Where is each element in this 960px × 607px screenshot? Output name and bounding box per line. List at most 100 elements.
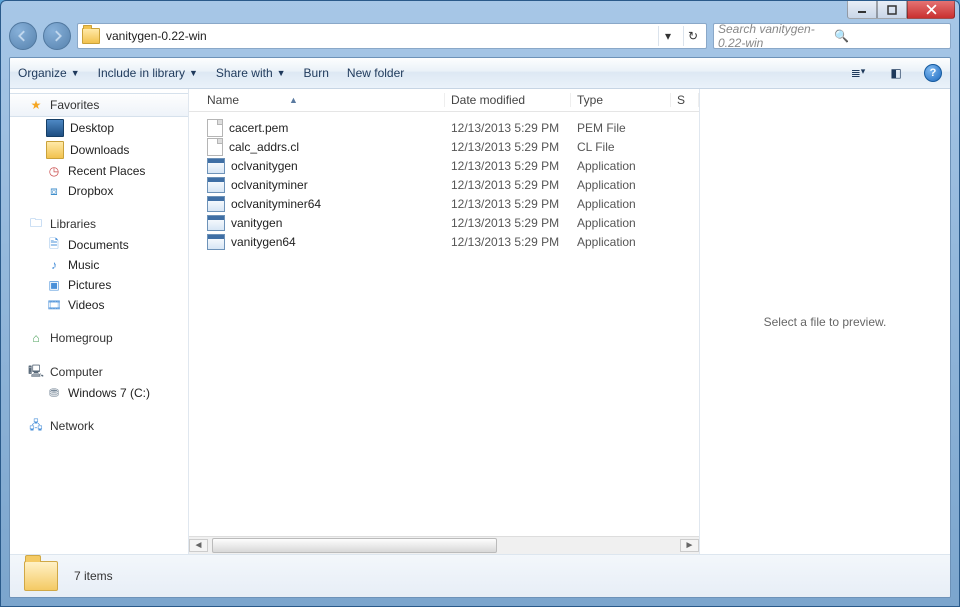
organize-label: Organize bbox=[18, 66, 67, 80]
search-placeholder: Search vanitygen-0.22-win bbox=[718, 22, 830, 50]
homegroup-icon: ⌂ bbox=[28, 330, 44, 346]
videos-icon: 🎞 bbox=[46, 297, 62, 313]
column-date[interactable]: Date modified bbox=[445, 93, 571, 107]
column-size[interactable]: S bbox=[671, 93, 699, 107]
documents-icon: 🗎 bbox=[46, 237, 62, 253]
nav-homegroup[interactable]: ⌂Homegroup bbox=[10, 327, 188, 349]
content-frame: Organize ▼ Include in library ▼ Share with… bbox=[9, 57, 951, 598]
file-date: 12/13/2013 5:29 PM bbox=[445, 197, 571, 211]
file-name: cacert.pem bbox=[229, 121, 288, 135]
preview-pane-button[interactable]: ◧ bbox=[886, 66, 906, 80]
file-name: oclvanityminer bbox=[231, 178, 308, 192]
share-label: Share with bbox=[216, 66, 273, 80]
file-type: Application bbox=[571, 197, 671, 211]
nav-drive-c[interactable]: ⛃Windows 7 (C:) bbox=[10, 383, 188, 403]
file-row[interactable]: vanitygen 12/13/2013 5:29 PMApplication bbox=[189, 213, 699, 232]
address-bar-row: vanitygen-0.22-win ▾ ↻ Search vanitygen-… bbox=[1, 19, 959, 53]
sort-ascending-icon: ▲ bbox=[289, 95, 298, 105]
scroll-right-icon[interactable]: ► bbox=[680, 539, 699, 552]
application-icon bbox=[207, 234, 225, 250]
file-name: vanitygen bbox=[231, 216, 282, 230]
chevron-down-icon: ▼ bbox=[277, 68, 286, 78]
nav-music[interactable]: ♪Music bbox=[10, 255, 188, 275]
file-row[interactable]: oclvanitygen12/13/2013 5:29 PMApplicatio… bbox=[189, 156, 699, 175]
new-folder-button[interactable]: New folder bbox=[347, 66, 404, 80]
star-icon: ★ bbox=[28, 97, 44, 113]
application-icon bbox=[207, 158, 225, 174]
file-row[interactable]: oclvanityminer 12/13/2013 5:29 PMApplicat… bbox=[189, 175, 699, 194]
file-row[interactable]: calc_addrs.cl 12/13/2013 5:29 PMCL File bbox=[189, 137, 699, 156]
file-date: 12/13/2013 5:29 PM bbox=[445, 121, 571, 135]
nav-desktop[interactable]: Desktop bbox=[10, 117, 188, 139]
new-folder-label: New folder bbox=[347, 66, 404, 80]
file-name: oclvanitygen bbox=[231, 159, 298, 173]
command-bar: Organize ▼ Include in library ▼ Share with… bbox=[10, 58, 950, 89]
file-icon bbox=[207, 119, 223, 137]
navigation-pane: ★ Favorites Desktop Downloads ◷Recent Pl… bbox=[10, 89, 189, 554]
file-date: 12/13/2013 5:29 PM bbox=[445, 216, 571, 230]
close-button[interactable] bbox=[907, 1, 955, 19]
file-type: Application bbox=[571, 159, 671, 173]
nav-recent-places[interactable]: ◷Recent Places bbox=[10, 161, 188, 181]
window-controls bbox=[847, 1, 955, 19]
refresh-icon[interactable]: ↻ bbox=[683, 26, 702, 46]
computer-icon: 🖳 bbox=[28, 364, 44, 380]
nav-videos[interactable]: 🎞Videos bbox=[10, 295, 188, 315]
network-icon: 🖧 bbox=[28, 418, 44, 434]
scroll-thumb[interactable] bbox=[212, 538, 497, 553]
burn-label: Burn bbox=[304, 66, 329, 80]
maximize-button[interactable] bbox=[877, 1, 907, 19]
include-in-library-menu[interactable]: Include in library ▼ bbox=[98, 66, 198, 80]
folder-icon bbox=[24, 561, 58, 591]
explorer-body: ★ Favorites Desktop Downloads ◷Recent Pl… bbox=[10, 89, 950, 554]
view-options-button[interactable]: ≣ ▾ bbox=[848, 66, 868, 80]
file-name: calc_addrs.cl bbox=[229, 140, 299, 154]
chevron-down-icon: ▼ bbox=[189, 68, 198, 78]
nav-forward-button[interactable] bbox=[43, 22, 71, 50]
file-name: oclvanityminer64 bbox=[231, 197, 321, 211]
file-type: Application bbox=[571, 178, 671, 192]
folder-icon bbox=[82, 28, 100, 44]
application-icon bbox=[207, 196, 225, 212]
file-type: Application bbox=[571, 216, 671, 230]
chevron-down-icon: ▼ bbox=[71, 68, 80, 78]
preview-placeholder: Select a file to preview. bbox=[764, 315, 887, 329]
horizontal-scrollbar[interactable]: ◄ ► bbox=[189, 536, 699, 554]
nav-pictures[interactable]: ▣Pictures bbox=[10, 275, 188, 295]
file-list-pane: Name ▲ Date modified Type S cacert.pem 12… bbox=[189, 89, 699, 554]
nav-computer[interactable]: 🖳Computer bbox=[10, 361, 188, 383]
file-date: 12/13/2013 5:29 PM bbox=[445, 235, 571, 249]
nav-network[interactable]: 🖧Network bbox=[10, 415, 188, 437]
file-type: CL File bbox=[571, 140, 671, 154]
scroll-track[interactable] bbox=[208, 537, 680, 554]
file-row[interactable]: oclvanityminer64 12/13/2013 5:29 PMApplic… bbox=[189, 194, 699, 213]
nav-downloads[interactable]: Downloads bbox=[10, 139, 188, 161]
address-dropdown-icon[interactable]: ▾ bbox=[658, 26, 677, 46]
burn-button[interactable]: Burn bbox=[304, 66, 329, 80]
share-with-menu[interactable]: Share with ▼ bbox=[216, 66, 286, 80]
organize-menu[interactable]: Organize ▼ bbox=[18, 66, 80, 80]
application-icon bbox=[207, 215, 225, 231]
nav-documents[interactable]: 🗎Documents bbox=[10, 235, 188, 255]
help-icon[interactable]: ? bbox=[924, 64, 942, 82]
file-type: PEM File bbox=[571, 121, 671, 135]
nav-libraries[interactable]: 🗀Libraries bbox=[10, 213, 188, 235]
nav-dropbox[interactable]: ⧈Dropbox bbox=[10, 181, 188, 201]
file-row[interactable]: cacert.pem 12/13/2013 5:29 PMPEM File bbox=[189, 118, 699, 137]
file-row[interactable]: vanitygen6412/13/2013 5:29 PMApplication bbox=[189, 232, 699, 251]
minimize-button[interactable] bbox=[847, 1, 877, 19]
explorer-window: vanitygen-0.22-win ▾ ↻ Search vanitygen-… bbox=[0, 0, 960, 607]
details-pane: 7 items bbox=[10, 554, 950, 597]
nav-favorites[interactable]: ★ Favorites bbox=[10, 93, 188, 117]
file-date: 12/13/2013 5:29 PM bbox=[445, 140, 571, 154]
column-name[interactable]: Name ▲ bbox=[189, 93, 445, 107]
file-date: 12/13/2013 5:29 PM bbox=[445, 178, 571, 192]
column-type[interactable]: Type bbox=[571, 93, 671, 107]
include-label: Include in library bbox=[98, 66, 185, 80]
preview-pane: Select a file to preview. bbox=[699, 89, 950, 554]
nav-back-button[interactable] bbox=[9, 22, 37, 50]
address-bar[interactable]: vanitygen-0.22-win ▾ ↻ bbox=[77, 23, 707, 49]
search-input[interactable]: Search vanitygen-0.22-win 🔍 bbox=[713, 23, 951, 49]
downloads-icon bbox=[46, 141, 64, 159]
scroll-left-icon[interactable]: ◄ bbox=[189, 539, 208, 552]
